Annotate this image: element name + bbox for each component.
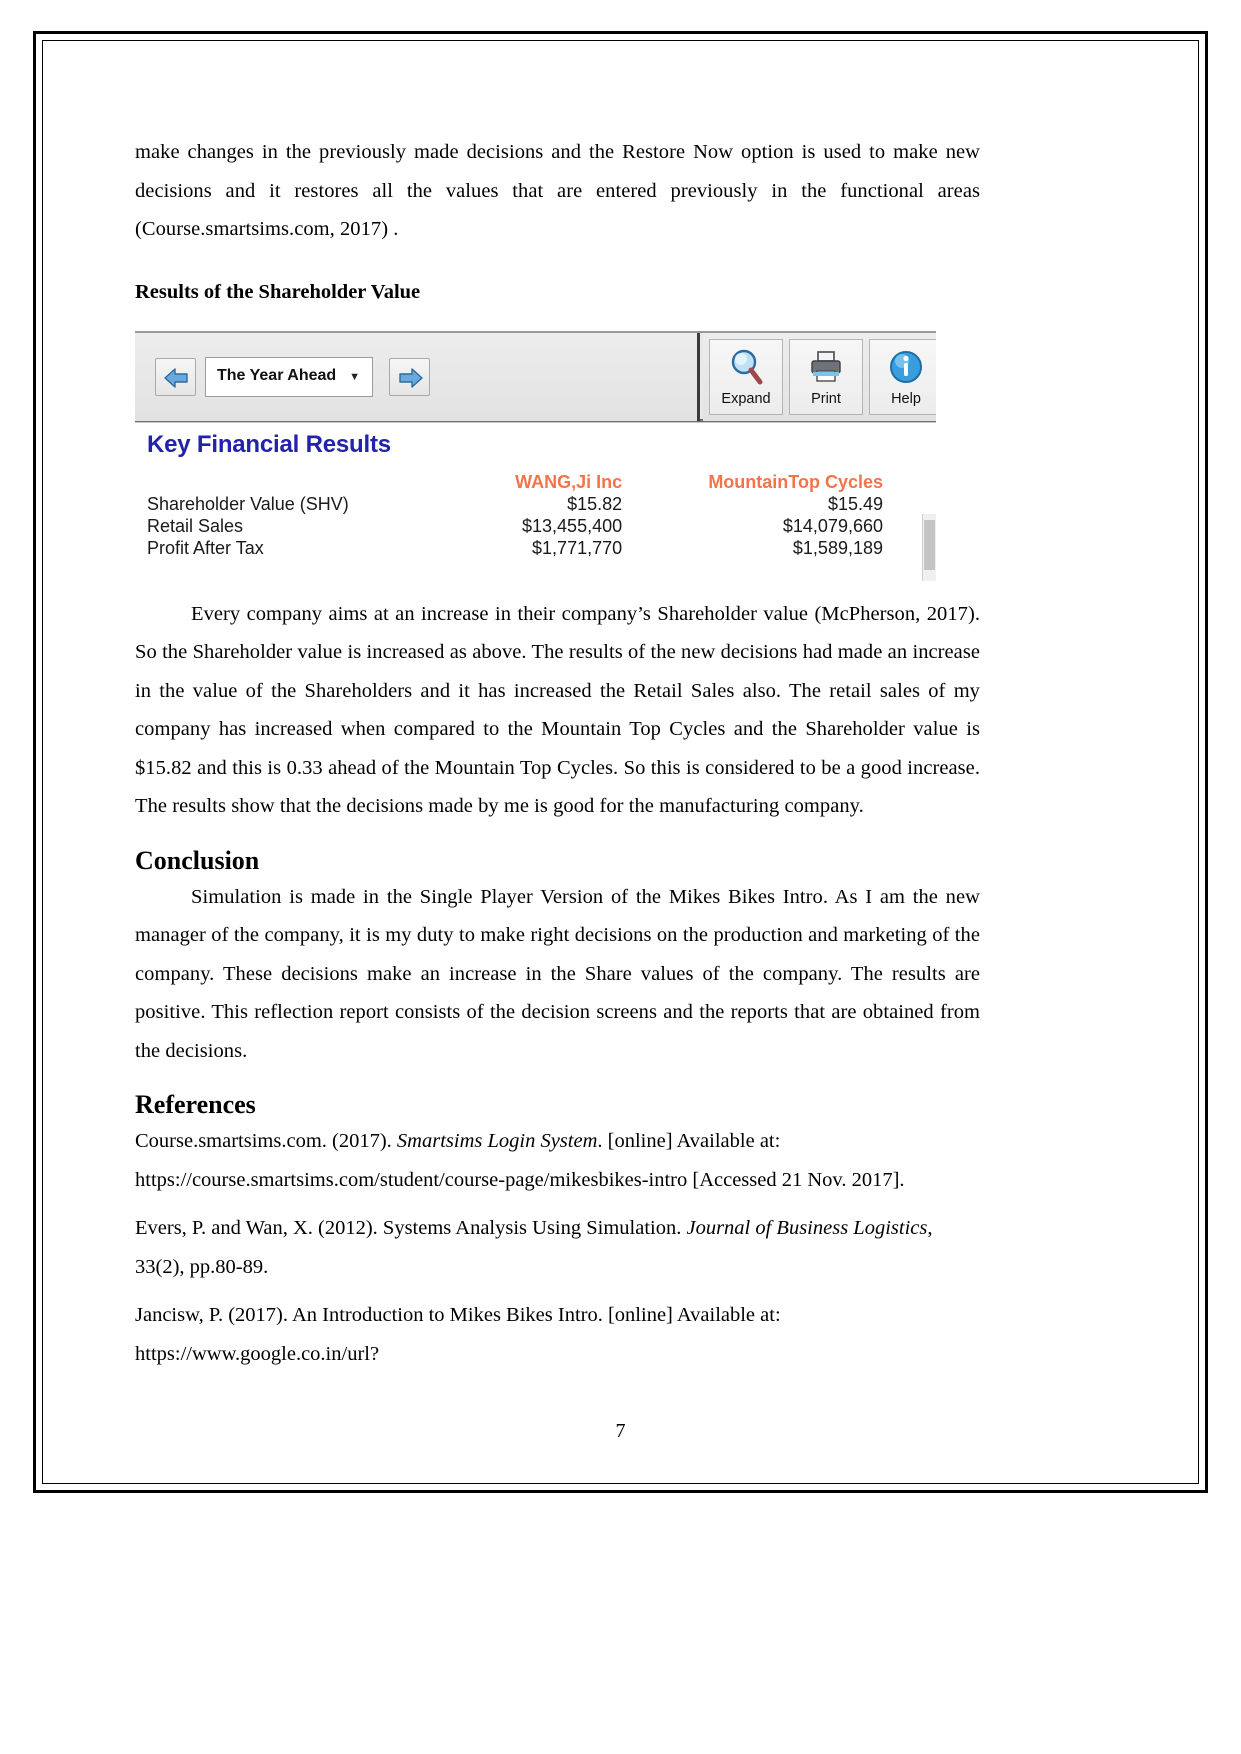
table-row: Retail Sales $13,455,400 $14,079,660 — [147, 515, 887, 537]
reference-entry: Evers, P. and Wan, X. (2012). Systems An… — [135, 1209, 980, 1286]
printer-icon — [790, 348, 862, 388]
info-icon — [870, 348, 936, 388]
report-scrollbar[interactable] — [922, 513, 936, 581]
row-value-retail-sales-mountaintop: $14,079,660 — [782, 515, 883, 536]
column-header-metric — [147, 471, 458, 493]
row-label-retail-sales: Retail Sales — [147, 515, 244, 536]
period-select-value: The Year Ahead — [217, 366, 337, 384]
report-pane: Key Financial Results WANG,Ji Inc Mounta… — [135, 421, 936, 581]
page-border-inner: make changes in the previously made deci… — [42, 40, 1199, 1484]
row-value-profit-after-tax-wang: $1,771,770 — [532, 537, 623, 558]
chevron-down-icon: ▼ — [349, 370, 360, 383]
page-number: 7 — [615, 1420, 626, 1442]
help-button[interactable]: Help — [869, 338, 936, 415]
mikesbikes-screenshot: The Year Ahead ▼ Expand Print Help Key F… — [135, 330, 936, 581]
row-value-profit-after-tax-mountaintop: $1,589,189 — [792, 537, 883, 558]
left-arrow-icon — [164, 367, 188, 388]
intro-paragraph: make changes in the previously made deci… — [135, 141, 980, 240]
toolbar-left-group: The Year Ahead ▼ — [135, 332, 700, 421]
key-financial-results-table: WANG,Ji Inc MountainTop Cycles Sharehold… — [147, 471, 887, 559]
page-content: make changes in the previously made deci… — [135, 133, 980, 1373]
reference-text-3: Jancisw, P. (2017). An Introduction to M… — [135, 1304, 781, 1365]
row-value-shareholder-value-wang: $15.82 — [567, 493, 623, 514]
magnifier-icon — [710, 348, 782, 388]
reference-entry: Course.smartsims.com. (2017). Smartsims … — [135, 1122, 980, 1199]
reference-text-1: Course.smartsims.com. (2017). — [135, 1130, 397, 1152]
column-header-mountaintop: MountainTop Cycles — [708, 471, 883, 492]
expand-button-label: Expand — [721, 390, 771, 407]
expand-button[interactable]: Expand — [709, 338, 783, 415]
row-label-shareholder-value: Shareholder Value (SHV) — [147, 493, 349, 514]
row-value-retail-sales-wang: $13,455,400 — [522, 515, 623, 536]
toolbar-right-group: Expand Print Help — [703, 332, 936, 421]
reference-italic-1: Smartsims Login System — [396, 1130, 598, 1152]
row-label-profit-after-tax: Profit After Tax — [147, 537, 264, 558]
right-arrow-icon — [399, 367, 423, 388]
reference-entry: Jancisw, P. (2017). An Introduction to M… — [135, 1296, 980, 1373]
conclusion-heading: Conclusion — [135, 845, 260, 875]
print-button-label: Print — [811, 390, 841, 407]
reference-italic-2: Journal of Business Logistics — [686, 1217, 928, 1239]
period-select[interactable]: The Year Ahead ▼ — [205, 356, 373, 397]
references-heading: References — [135, 1090, 256, 1119]
print-button[interactable]: Print — [789, 338, 863, 415]
page-border-outer: make changes in the previously made deci… — [33, 31, 1208, 1493]
column-header-wang: WANG,Ji Inc — [515, 471, 623, 492]
report-title: Key Financial Results — [147, 430, 391, 458]
app-toolbar: The Year Ahead ▼ Expand Print Help — [135, 330, 936, 422]
help-button-label: Help — [891, 390, 921, 407]
previous-button[interactable] — [155, 357, 196, 396]
table-header-row: WANG,Ji Inc MountainTop Cycles — [147, 471, 887, 493]
shareholder-paragraph: Every company aims at an increase in the… — [135, 602, 980, 818]
shareholder-heading: Results of the Shareholder Value — [135, 280, 421, 303]
next-button[interactable] — [389, 357, 430, 396]
row-value-shareholder-value-mountaintop: $15.49 — [827, 493, 883, 514]
scrollbar-thumb[interactable] — [924, 519, 935, 570]
reference-text-2: Evers, P. and Wan, X. (2012). Systems An… — [135, 1217, 687, 1239]
table-row: Profit After Tax $1,771,770 $1,589,189 — [147, 537, 887, 559]
conclusion-paragraph: Simulation is made in the Single Player … — [135, 885, 980, 1062]
table-row: Shareholder Value (SHV) $15.82 $15.49 — [147, 493, 887, 515]
